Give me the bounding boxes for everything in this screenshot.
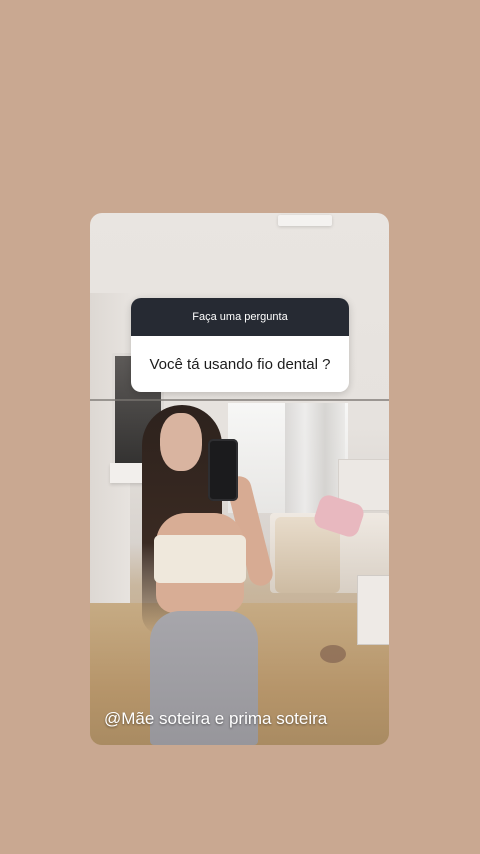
story-photo bbox=[90, 213, 389, 745]
phone bbox=[208, 439, 238, 501]
nightstand bbox=[357, 575, 389, 645]
question-sticker-header: Faça uma pergunta bbox=[131, 298, 349, 336]
slippers bbox=[320, 645, 346, 663]
person-top bbox=[154, 535, 246, 583]
person-face bbox=[160, 413, 202, 471]
story-caption: @Mãe soteira e prima soteira bbox=[104, 709, 328, 728]
ceiling-light bbox=[278, 215, 332, 226]
mirror-edge-line bbox=[90, 399, 389, 401]
question-sticker-question: Você tá usando fio dental ? bbox=[131, 336, 349, 392]
question-sticker[interactable]: Faça uma pergunta Você tá usando fio den… bbox=[131, 298, 349, 392]
